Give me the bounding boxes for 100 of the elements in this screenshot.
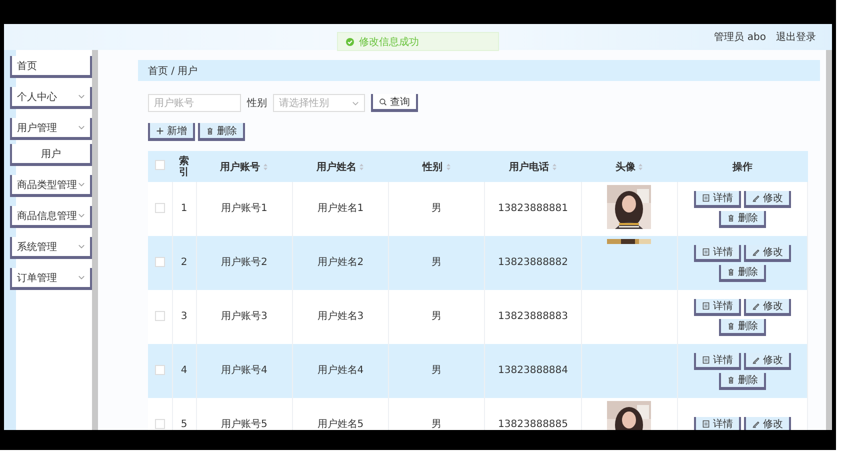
- pencil-icon: [752, 420, 760, 428]
- menu-item[interactable]: 用户管理: [10, 118, 92, 140]
- toast-message: 修改信息成功: [359, 36, 419, 48]
- edit-button[interactable]: 修改: [744, 244, 791, 262]
- sort-icon: [638, 162, 644, 171]
- add-button[interactable]: 新增: [148, 123, 195, 141]
- checkbox[interactable]: [154, 418, 165, 428]
- table-cell: 4: [180, 365, 188, 376]
- delete-button[interactable]: 删除: [198, 123, 245, 141]
- scrollbar[interactable]: [826, 50, 832, 430]
- table-cell: 男: [432, 365, 442, 376]
- trash-icon: [727, 376, 735, 384]
- document-icon: [702, 356, 710, 364]
- column-header: 操作: [732, 162, 752, 172]
- scrollbar[interactable]: [92, 50, 98, 430]
- edit-button[interactable]: 修改: [744, 298, 791, 316]
- menu-item[interactable]: 个人中心: [10, 87, 92, 109]
- detail-button[interactable]: 详情: [694, 190, 741, 208]
- menu-item[interactable]: 系统管理: [10, 237, 92, 259]
- sort-icon: [552, 162, 558, 171]
- detail-button[interactable]: 详情: [694, 416, 741, 430]
- table-cell: 5: [180, 419, 188, 430]
- pencil-icon: [752, 194, 760, 202]
- pencil-icon: [752, 248, 760, 256]
- table-cell: 用户账号2: [220, 257, 268, 268]
- checkbox[interactable]: [154, 256, 165, 266]
- menu-item[interactable]: 用户: [10, 144, 92, 166]
- table-cell: 用户账号3: [220, 311, 268, 322]
- document-icon: [702, 420, 710, 428]
- delete-button[interactable]: 删除: [719, 318, 766, 336]
- chevron-down-icon: [78, 213, 85, 218]
- chevron-down-icon: [78, 125, 85, 130]
- menu-item[interactable]: 首页: [10, 56, 92, 78]
- edit-button[interactable]: 修改: [744, 190, 791, 208]
- pencil-icon: [752, 302, 760, 310]
- check-circle-icon: [346, 38, 354, 46]
- delete-button[interactable]: 删除: [719, 372, 766, 390]
- table-cell: 13823888885: [498, 419, 568, 430]
- table-cell: 2: [180, 257, 188, 268]
- edit-button[interactable]: 修改: [744, 416, 791, 430]
- account-field[interactable]: 用户账号: [148, 94, 241, 112]
- table-cell: 13823888882: [498, 257, 568, 268]
- document-icon: [702, 194, 710, 202]
- menu-item[interactable]: 订单管理: [10, 268, 92, 290]
- sort-icon: [263, 162, 268, 171]
- table-cell: 用户姓名4: [317, 365, 364, 376]
- delete-button[interactable]: 删除: [719, 264, 766, 282]
- document-icon: [702, 302, 710, 310]
- delete-button[interactable]: 删除: [719, 210, 766, 228]
- gender-label: 性别: [247, 96, 267, 110]
- edit-button[interactable]: 修改: [744, 352, 791, 370]
- search-icon: [379, 98, 387, 106]
- table-cell: 用户姓名1: [317, 203, 364, 214]
- chevron-down-icon: [352, 100, 359, 106]
- logout-link[interactable]: 退出登录: [776, 30, 816, 44]
- column-header[interactable]: 用户电话: [509, 162, 550, 172]
- column-header: 索引: [179, 156, 189, 178]
- chevron-down-icon: [78, 244, 85, 249]
- chevron-down-icon: [78, 182, 85, 187]
- detail-button[interactable]: 详情: [694, 352, 741, 370]
- sort-icon: [446, 162, 451, 171]
- trash-icon: [727, 214, 735, 222]
- table-cell: 男: [432, 257, 442, 268]
- menu-item[interactable]: 商品信息管理: [10, 206, 92, 228]
- table-cell: 用户账号1: [220, 203, 268, 214]
- breadcrumb-text: 首页 / 用户: [148, 64, 198, 78]
- detail-button[interactable]: 详情: [694, 244, 741, 262]
- checkbox[interactable]: [154, 364, 165, 374]
- column-header[interactable]: 性别: [422, 162, 443, 172]
- table-cell: 用户姓名5: [317, 419, 364, 430]
- pencil-icon: [752, 356, 760, 364]
- table-cell: 用户姓名3: [317, 311, 364, 322]
- table-cell: 13823888884: [498, 365, 568, 376]
- table-cell: 3: [180, 311, 188, 322]
- plus-icon: [156, 126, 164, 134]
- table-cell: 1: [180, 203, 188, 214]
- checkbox[interactable]: [154, 310, 165, 320]
- table-cell: 13823888883: [498, 311, 568, 322]
- menu-item[interactable]: 商品类型管理: [10, 175, 92, 197]
- table-cell: 男: [432, 203, 442, 214]
- table-cell: 男: [432, 311, 442, 322]
- chevron-down-icon: [78, 94, 85, 99]
- column-header[interactable]: 头像: [615, 162, 636, 172]
- table-cell: 用户账号5: [220, 419, 268, 430]
- column-header[interactable]: 用户姓名: [316, 162, 356, 172]
- table-cell: 男: [432, 419, 442, 430]
- checkbox[interactable]: [154, 202, 165, 212]
- document-icon: [702, 248, 710, 256]
- checkbox[interactable]: [155, 160, 165, 170]
- trash-icon: [727, 322, 735, 330]
- trash-icon: [206, 126, 214, 134]
- detail-button[interactable]: 详情: [694, 298, 741, 316]
- search-button[interactable]: 查询: [371, 94, 418, 112]
- user-label: 管理员 abo: [714, 31, 766, 44]
- sort-icon: [359, 162, 364, 171]
- table-cell: 用户账号4: [220, 365, 268, 376]
- table-cell: 13823888881: [498, 203, 568, 214]
- column-header[interactable]: 用户账号: [220, 162, 260, 172]
- trash-icon: [727, 268, 735, 276]
- chevron-down-icon: [78, 275, 85, 280]
